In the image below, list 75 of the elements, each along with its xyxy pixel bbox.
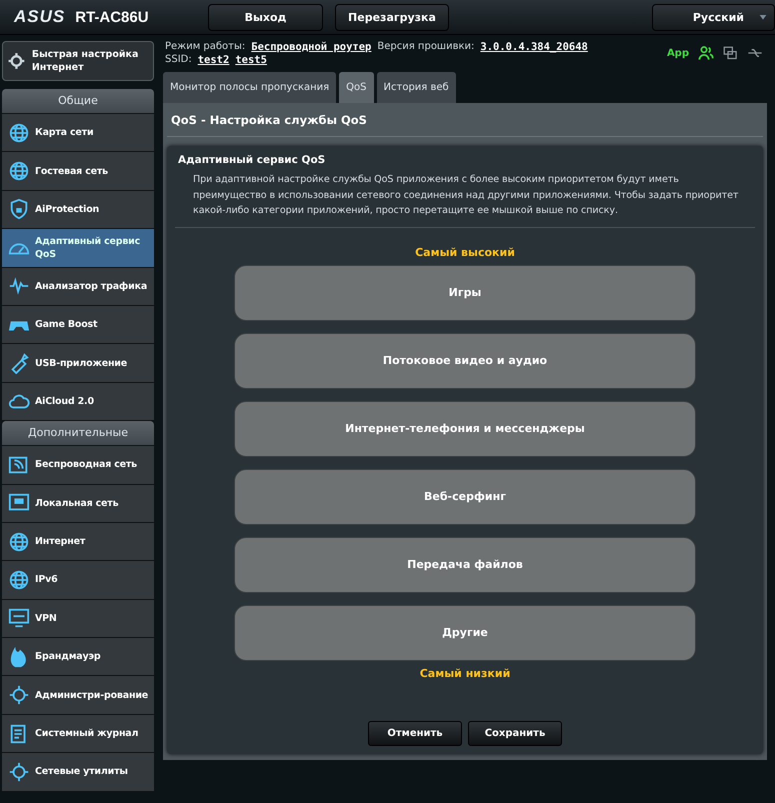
sidebar-item-label: Администри-рование bbox=[35, 688, 150, 702]
sidebar-item-label: Адаптивный сервис QoS bbox=[35, 234, 142, 261]
tab[interactable]: Монитор полосы пропускания bbox=[163, 72, 336, 103]
sidebar-item[interactable]: Карта сети bbox=[2, 114, 154, 152]
caret-icon bbox=[758, 13, 768, 21]
sidebar-item-label: Брандмауэр bbox=[35, 650, 102, 664]
shield-icon bbox=[8, 198, 30, 220]
sidebar-item[interactable]: Администри-рование bbox=[2, 676, 154, 715]
category-item[interactable]: Игры bbox=[234, 264, 696, 320]
priority-label: Самый низкий bbox=[420, 666, 510, 680]
sidebar-item-label: Беспроводная сеть bbox=[35, 458, 138, 472]
sidebar-item-label: AiProtection bbox=[35, 202, 100, 216]
ssid-label: SSID: bbox=[165, 54, 192, 66]
category-item[interactable]: Другие bbox=[234, 604, 696, 660]
copy-icon bbox=[723, 46, 738, 60]
sidebar-item[interactable]: Анализатор трафика bbox=[2, 268, 154, 306]
sidebar-item-label: AiCloud 2.0 bbox=[35, 394, 95, 408]
header-button[interactable]: Выход bbox=[208, 4, 323, 30]
card-title: Адаптивный сервис QoS bbox=[177, 154, 326, 166]
sidebar-item[interactable]: Сетевые утилиты bbox=[2, 753, 154, 792]
sidebar-item-label: VPN bbox=[35, 612, 58, 625]
app-link[interactable]: App bbox=[666, 48, 689, 58]
globe-icon bbox=[8, 530, 30, 553]
sidebar-item[interactable]: USB-приложение bbox=[2, 344, 154, 383]
action-button[interactable]: Сохранить bbox=[468, 721, 562, 746]
sidebar-item-label: Сетевые утилиты bbox=[35, 765, 129, 778]
sidebar-item[interactable]: AiProtection bbox=[2, 190, 154, 230]
quick-setup-button[interactable]: Быстрая настройка Интернет bbox=[2, 41, 154, 81]
sidebar-item-label: Карта сети bbox=[35, 126, 94, 140]
sidebar-item[interactable]: Локальная сеть bbox=[2, 484, 154, 523]
category-item[interactable]: Передача файлов bbox=[234, 536, 696, 592]
sidebar-item[interactable]: Беспроводная сеть bbox=[2, 446, 154, 485]
users-icon bbox=[698, 45, 714, 61]
sidebar-item-label: Системный журнал bbox=[35, 727, 140, 740]
description: При адаптивной настройке службы QoS приложения с более высоким приоритетом будут иметь преимущество в использовании сетевого соединения над другими приложениями. Чтобы задать приоритет какой-либо категории приложений, просто перетащите ее мышкой выше по списку. bbox=[175, 172, 755, 228]
sidebar-item-label: Локальная сеть bbox=[35, 496, 120, 510]
sidebar-item-label: Интернет bbox=[35, 535, 86, 548]
tab[interactable]: История веб bbox=[376, 72, 456, 103]
section-header: Общие bbox=[2, 89, 154, 113]
category-item[interactable]: Веб-серфинг bbox=[234, 468, 696, 524]
sidebar-item[interactable]: VPN bbox=[2, 600, 154, 638]
globe-icon bbox=[8, 160, 30, 182]
sidebar-item-label: Гостевая сеть bbox=[35, 164, 109, 178]
action-button[interactable]: Отменить bbox=[368, 721, 462, 746]
globe-icon bbox=[8, 568, 30, 591]
priority-label: Самый высокий bbox=[415, 246, 515, 258]
globe-icon bbox=[8, 122, 30, 144]
category-item[interactable]: Интернет-телефония и мессенджеры bbox=[234, 400, 696, 456]
monitor-icon bbox=[8, 607, 30, 630]
page-title: QoS - Настройка службы QoS bbox=[167, 113, 763, 137]
sidebar-item[interactable]: Гостевая сеть bbox=[2, 152, 154, 191]
section-header: Дополнительные bbox=[2, 421, 154, 446]
firmware-link[interactable]: 3.0.0.4.384_20648 bbox=[480, 40, 588, 52]
sidebar-item[interactable]: Брандмауэр bbox=[2, 638, 154, 676]
sidebar-item-label: Анализатор трафика bbox=[35, 280, 148, 293]
tab[interactable]: QoS bbox=[339, 72, 374, 103]
sidebar-item-label: Game Boost bbox=[35, 318, 98, 332]
brand-logo: ASUS bbox=[14, 7, 66, 27]
firmware-label: Версия прошивки: bbox=[377, 40, 474, 52]
mode-label: Режим работы: bbox=[165, 40, 246, 52]
category-item[interactable]: Потоковое видео и аудио bbox=[234, 332, 696, 388]
sidebar-item[interactable]: Интернет bbox=[2, 522, 154, 562]
sidebar-item[interactable]: Game Boost bbox=[2, 306, 154, 344]
sidebar-item-label: USB-приложение bbox=[35, 356, 128, 370]
sidebar-item[interactable]: Системный журнал bbox=[2, 714, 154, 754]
sidebar-item[interactable]: IPv6 bbox=[2, 561, 154, 600]
header-button[interactable]: Перезагрузка bbox=[335, 4, 449, 30]
ssid-link[interactable]: test2 bbox=[198, 54, 230, 66]
sidebar-item-label: IPv6 bbox=[35, 573, 59, 586]
sidebar-item[interactable]: Адаптивный сервис QoS bbox=[2, 229, 154, 268]
ssid-link[interactable]: test5 bbox=[235, 54, 267, 66]
mode-link[interactable]: Беспроводной роутер bbox=[251, 40, 372, 52]
language-dropdown[interactable]: Русский bbox=[652, 4, 775, 30]
model-name: RT-AC86U bbox=[75, 8, 149, 26]
sidebar-item[interactable]: AiCloud 2.0 bbox=[2, 382, 154, 422]
